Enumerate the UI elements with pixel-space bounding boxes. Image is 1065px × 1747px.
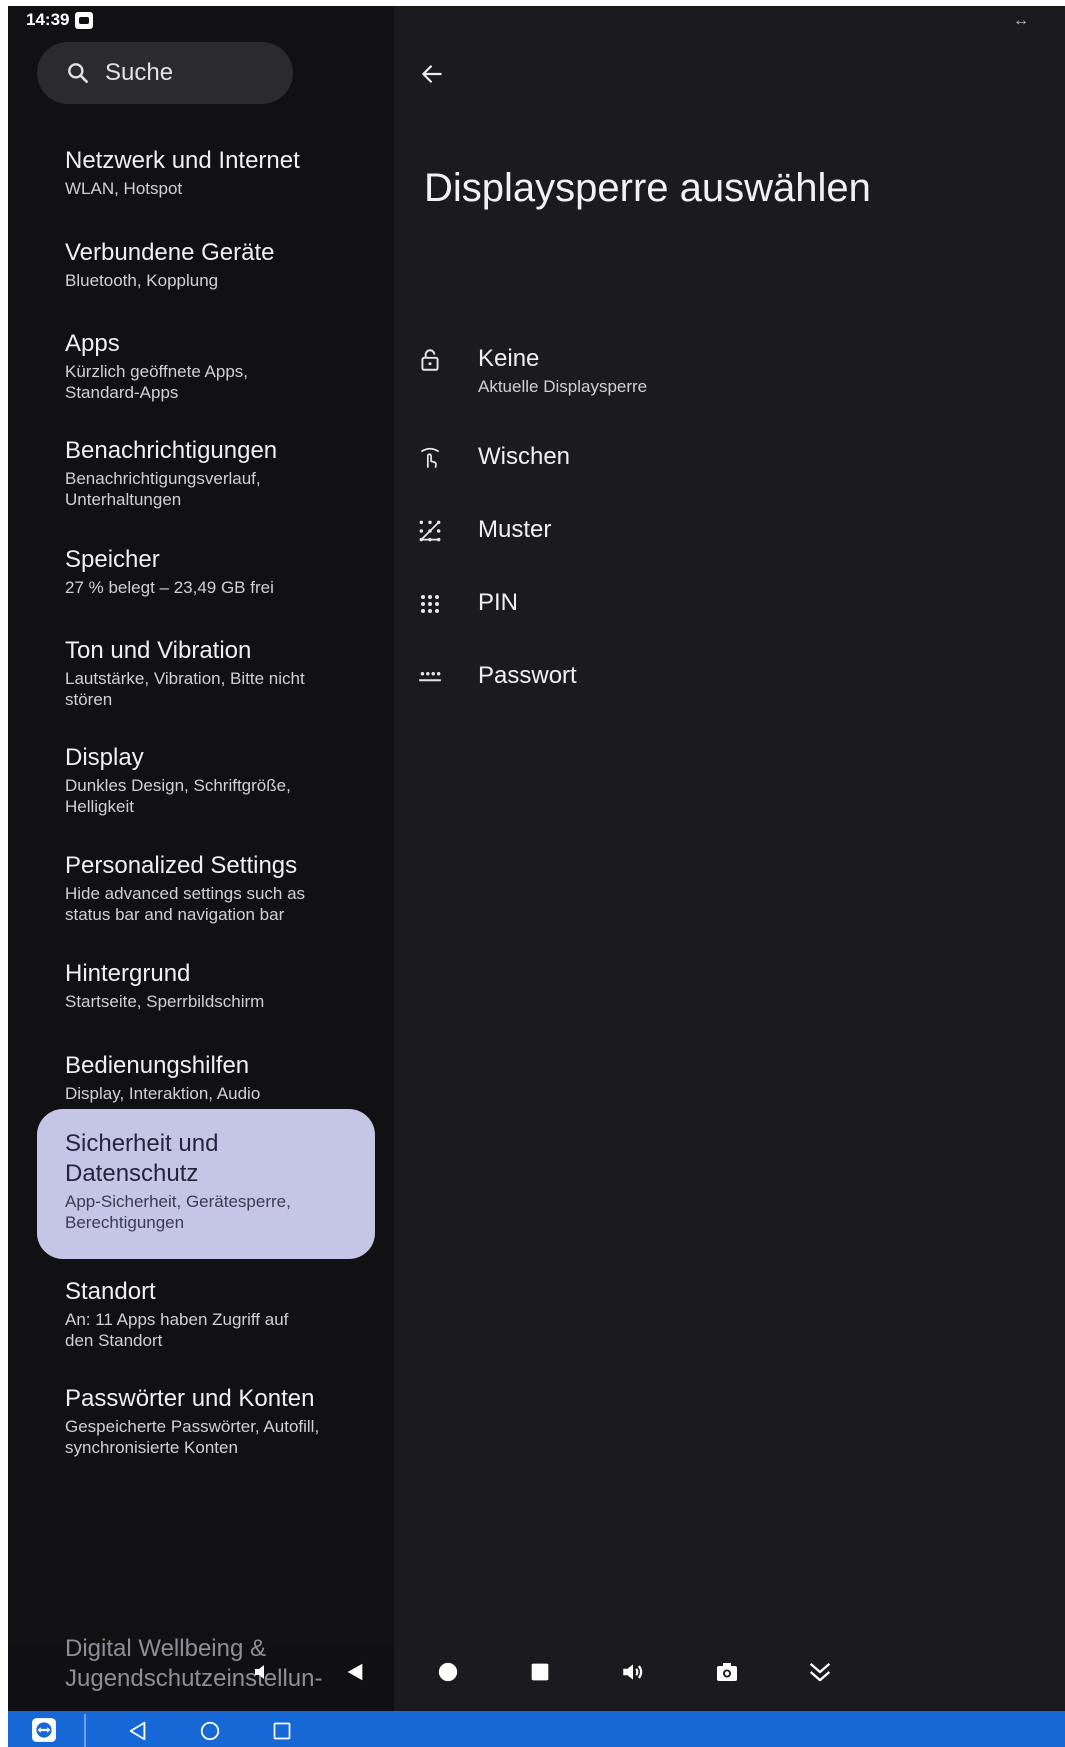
settings-item-subtitle: Kürzlich geöffnete Apps, Standard-Apps: [65, 362, 249, 402]
teamviewer-status-icon: [75, 11, 94, 29]
status-time: 14:39: [26, 10, 70, 29]
settings-item-display[interactable]: Display Dunkles Design, Schriftgröße, He…: [37, 731, 375, 817]
page-title: Displaysperre auswählen: [424, 166, 871, 210]
settings-item-network[interactable]: Netzwerk und Internet WLAN, Hotspot: [37, 134, 375, 199]
teamviewer-icon: [32, 1718, 56, 1742]
recents-toolbar-button[interactable]: [520, 1652, 560, 1692]
settings-item-title: Verbundene Geräte: [65, 239, 275, 266]
settings-item-personalized[interactable]: Personalized Settings Hide advanced sett…: [37, 839, 375, 925]
settings-item-digital-wellbeing[interactable]: Digital Wellbeing & Jugendschutzeinstell…: [65, 1634, 325, 1694]
settings-item-title: Personalized Settings: [65, 852, 298, 879]
settings-item-storage[interactable]: Speicher 27 % belegt – 23,49 GB frei: [37, 533, 375, 598]
triangle-back-icon: [347, 1663, 363, 1681]
settings-item-subtitle: Hide advanced settings such as status ba…: [65, 884, 306, 924]
swipe-icon: [412, 440, 448, 476]
taskbar-divider: [84, 1714, 86, 1747]
settings-item-wallpaper[interactable]: Hintergrund Startseite, Sperrbildschirm: [37, 947, 375, 1012]
lock-option-label: Muster: [478, 516, 552, 543]
lock-option-swipe[interactable]: Wischen: [412, 442, 1032, 476]
password-icon: [412, 659, 448, 695]
settings-item-title: Speicher: [65, 546, 160, 573]
search-icon: [68, 63, 88, 83]
lock-option-label: Wischen: [478, 443, 571, 470]
lock-option-pattern[interactable]: Muster: [412, 515, 1032, 549]
taskbar: [8, 1711, 1065, 1747]
settings-item-subtitle: Gespeicherte Passwörter, Autofill, synch…: [65, 1417, 320, 1457]
circle-home-icon: [438, 1662, 458, 1682]
volume-icon: [255, 1665, 264, 1679]
lock-option-subtitle: Aktuelle Displaysperre: [478, 377, 648, 396]
pattern-icon: [412, 513, 448, 549]
settings-item-title: Ton und Vibration: [65, 637, 252, 664]
settings-item-security[interactable]: Sicherheit und Datenschutz App-Sicherhei…: [37, 1109, 375, 1259]
status-bar: 14:39: [26, 10, 94, 30]
nav-recents-icon: [273, 1722, 291, 1740]
chevron-double-down-icon: [809, 1662, 831, 1682]
settings-item-title: Bedienungshilfen: [65, 1052, 250, 1079]
nav-back-icon: [129, 1721, 146, 1741]
settings-item-subtitle: An: 11 Apps haben Zugriff auf den Stando…: [65, 1310, 289, 1350]
settings-item-title: Sicherheit und Datenschutz: [65, 1130, 219, 1187]
collapse-toolbar-button[interactable]: [800, 1652, 840, 1692]
lock-option-label: Passwort: [478, 662, 577, 689]
settings-sidebar: 14:39 Suche Netzwerk und Internet WLAN, …: [8, 6, 394, 1747]
lock-option-none[interactable]: Keine Aktuelle Displaysperre: [412, 344, 1032, 398]
settings-item-title: Hintergrund: [65, 960, 191, 987]
lock-open-icon: [412, 342, 448, 378]
settings-item-subtitle: 27 % belegt – 23,49 GB frei: [65, 578, 274, 597]
settings-item-title: Display: [65, 744, 144, 771]
settings-item-accessibility[interactable]: Bedienungshilfen Display, Interaktion, A…: [37, 1039, 375, 1104]
pin-dots-icon: [412, 586, 448, 622]
settings-item-title: Apps: [65, 330, 120, 357]
settings-item-subtitle: Benachrichtigungsverlauf, Unterhaltungen: [65, 469, 261, 509]
square-recents-icon: [531, 1663, 549, 1681]
settings-item-connected-devices[interactable]: Verbundene Geräte Bluetooth, Kopplung: [37, 226, 375, 291]
nav-recents-button[interactable]: [267, 1716, 297, 1746]
settings-item-subtitle: Lautstärke, Vibration, Bitte nicht störe…: [65, 669, 305, 709]
screenshot-toolbar-button[interactable]: [707, 1652, 747, 1692]
lock-option-password[interactable]: Passwort: [412, 661, 1032, 695]
settings-item-subtitle: Dunkles Design, Schriftgröße, Helligkeit: [65, 776, 291, 816]
settings-item-title: Passwörter und Konten: [65, 1385, 315, 1412]
back-button[interactable]: [412, 54, 452, 94]
settings-item-sound[interactable]: Ton und Vibration Lautstärke, Vibration,…: [37, 624, 375, 710]
screen: 14:39 Suche Netzwerk und Internet WLAN, …: [8, 6, 1065, 1747]
settings-item-apps[interactable]: Apps Kürzlich geöffnete Apps, Standard-A…: [37, 317, 375, 403]
settings-item-title: Benachrichtigungen: [65, 437, 278, 464]
settings-item-subtitle: Startseite, Sperrbildschirm: [65, 992, 265, 1011]
speaker-icon: [623, 1664, 643, 1680]
settings-item-subtitle: Bluetooth, Kopplung: [65, 271, 219, 290]
camera-icon: [717, 1663, 737, 1681]
resize-handle-icon[interactable]: ↔: [1013, 12, 1029, 30]
settings-item-subtitle: App-Sicherheit, Gerätesperre, Berechtigu…: [65, 1192, 291, 1232]
settings-item-passwords-accounts[interactable]: Passwörter und Konten Gespeicherte Passw…: [37, 1372, 375, 1458]
search-bar[interactable]: Suche: [37, 42, 293, 104]
settings-item-title: Standort: [65, 1278, 156, 1305]
settings-item-location[interactable]: Standort An: 11 Apps haben Zugriff auf d…: [37, 1265, 375, 1351]
volume-overlay-button[interactable]: [244, 1652, 284, 1692]
settings-item-subtitle: Display, Interaktion, Audio: [65, 1084, 261, 1103]
lock-option-label: Keine: [478, 345, 540, 372]
teamviewer-button[interactable]: [30, 1715, 58, 1745]
settings-item-title: Netzwerk und Internet: [65, 147, 300, 174]
nav-back-button[interactable]: [123, 1716, 153, 1746]
lock-option-pin[interactable]: PIN: [412, 588, 1032, 622]
search-label: Suche: [105, 59, 174, 86]
back-toolbar-button[interactable]: [335, 1652, 375, 1692]
back-arrow-icon: [422, 65, 442, 83]
sound-toolbar-button[interactable]: [613, 1652, 653, 1692]
home-toolbar-button[interactable]: [428, 1652, 468, 1692]
nav-home-icon: [200, 1721, 220, 1741]
settings-item-notifications[interactable]: Benachrichtigungen Benachrichtigungsverl…: [37, 424, 375, 510]
lock-option-label: PIN: [478, 589, 519, 616]
settings-item-subtitle: WLAN, Hotspot: [65, 179, 183, 198]
nav-home-button[interactable]: [195, 1716, 225, 1746]
